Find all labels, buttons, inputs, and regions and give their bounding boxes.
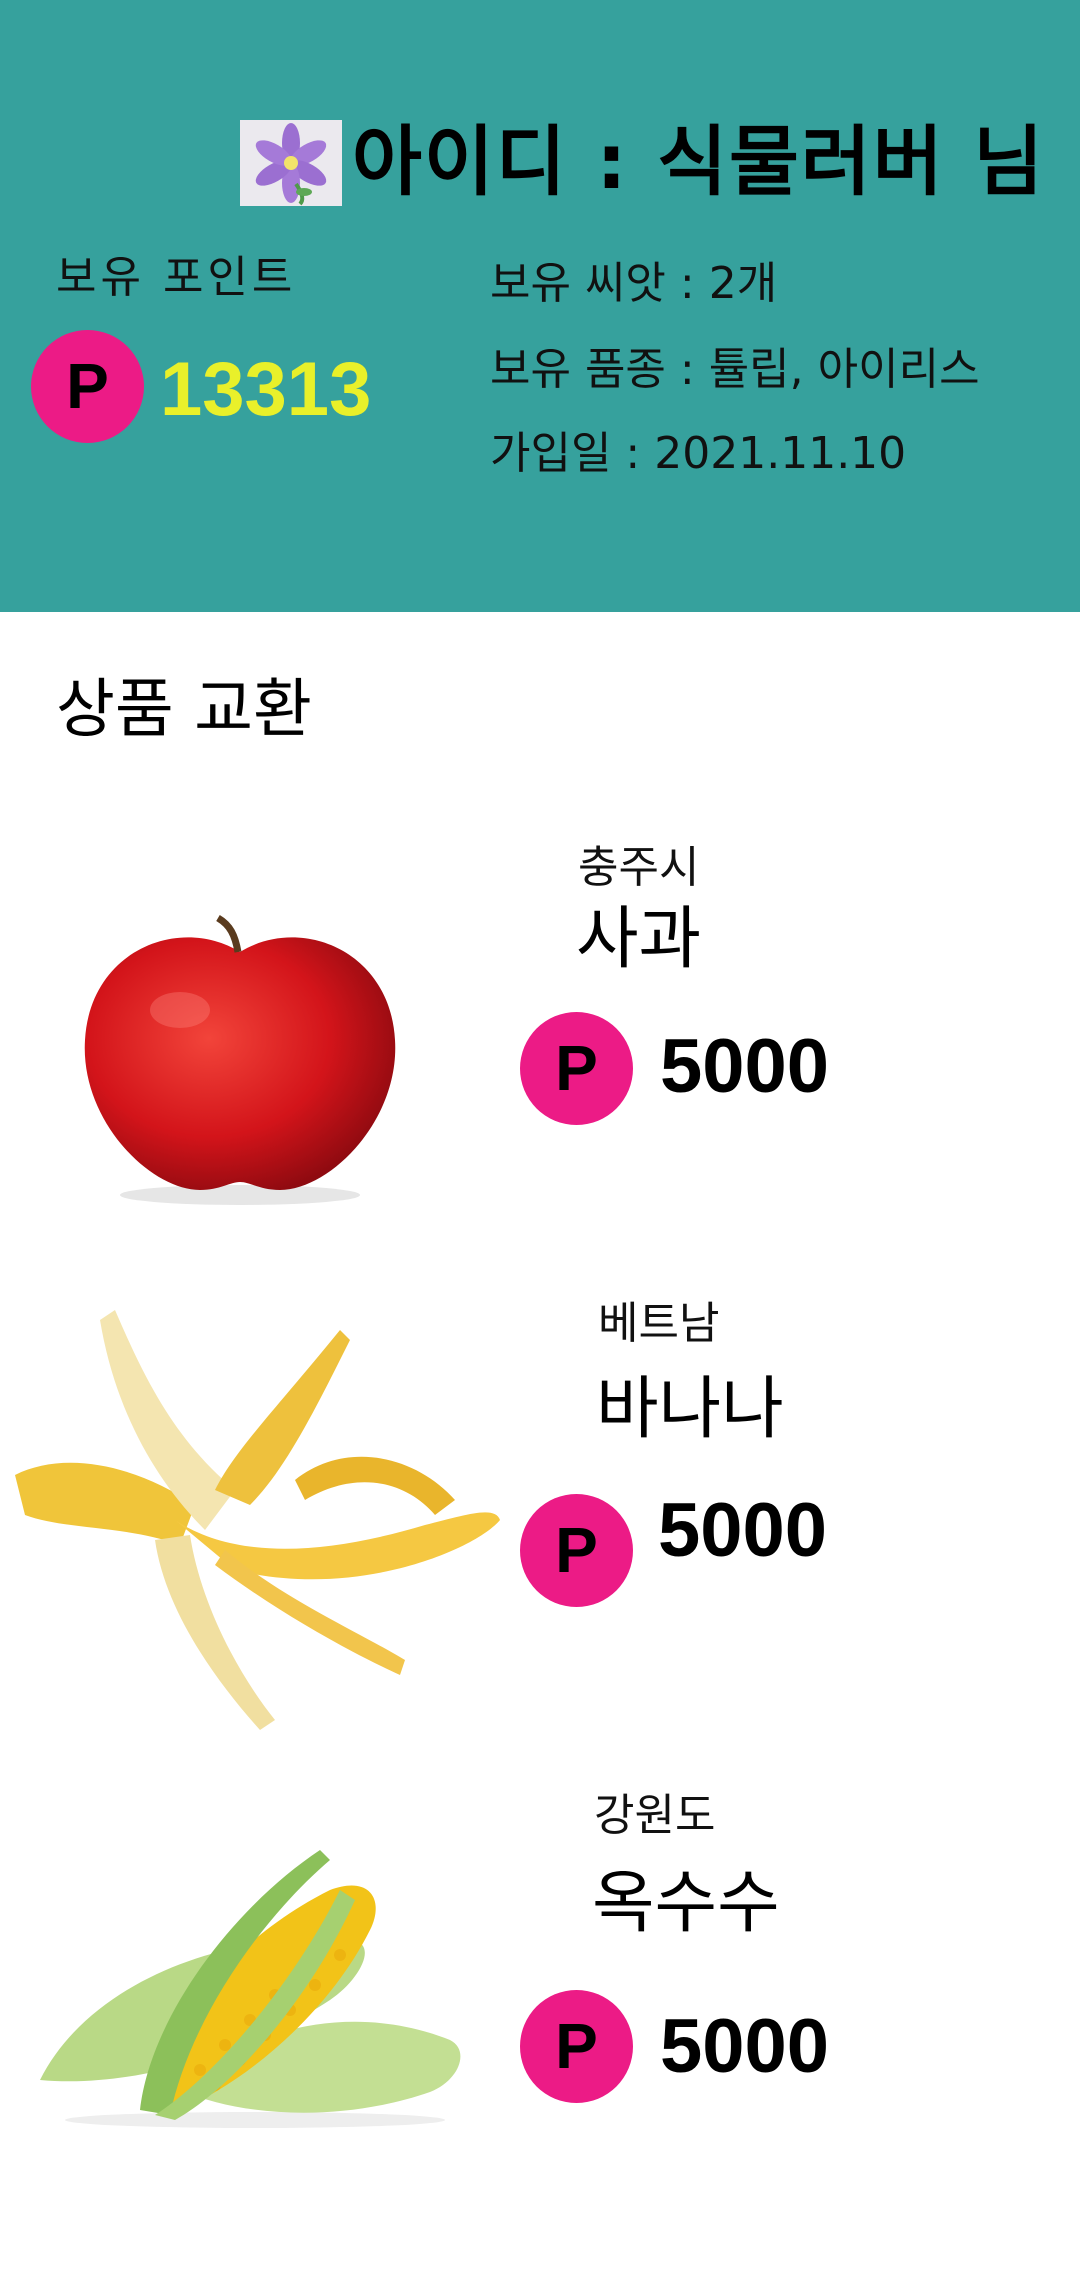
product-name: 옥수수	[592, 1864, 780, 1943]
section-title: 상품 교환	[56, 673, 312, 747]
product-name: 바나나	[596, 1370, 784, 1449]
product-name: 사과	[576, 900, 702, 979]
user-id: 아이디 : 식물러버 님	[352, 117, 1046, 206]
product-origin: 베트남	[598, 1298, 720, 1349]
product-price: 5000	[660, 2004, 830, 2089]
point-badge-icon: P	[520, 1012, 633, 1125]
banana-image	[5, 1300, 505, 1740]
profile-header: 아이디 : 식물러버 님 보유 포인트 P 13313 보유 씨앗 : 2개 보…	[0, 0, 1080, 612]
apple-image	[70, 890, 410, 1210]
product-origin: 충주시	[578, 842, 700, 893]
corn-image	[30, 1830, 480, 2130]
point-badge-icon: P	[31, 330, 144, 443]
points-label: 보유 포인트	[56, 252, 297, 303]
point-badge-icon: P	[520, 1990, 633, 2103]
product-price: 5000	[660, 1024, 830, 1109]
point-badge-icon: P	[520, 1494, 633, 1607]
join-date: 가입일 : 2021.11.10	[490, 428, 907, 479]
product-price: 5000	[658, 1488, 828, 1573]
product-origin: 강원도	[594, 1790, 716, 1841]
points-value: 13313	[160, 347, 372, 432]
seed-count: 보유 씨앗 : 2개	[490, 258, 778, 309]
variety-list: 보유 품종 : 튤립, 아이리스	[490, 344, 980, 395]
flower-icon	[240, 120, 342, 206]
